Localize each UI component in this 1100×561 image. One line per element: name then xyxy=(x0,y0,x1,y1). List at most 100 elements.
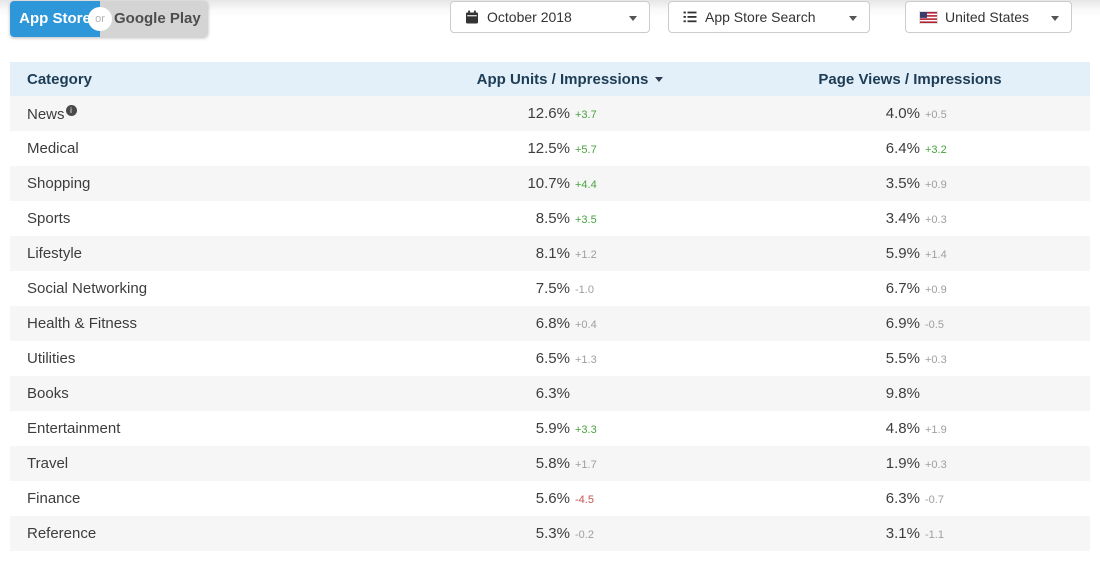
category-cell: Social Networking xyxy=(10,280,450,297)
app-units-value: 10.7% xyxy=(527,175,570,192)
page-views-value: 3.4% xyxy=(885,210,920,227)
category-label: Books xyxy=(27,385,69,402)
table-body: News 12.6% +3.7 4.0% +0.5 Medical 12.5% … xyxy=(10,96,1090,551)
page-views-delta: +1.4 xyxy=(925,249,947,261)
table-row: Health & Fitness 6.8% +0.4 6.9% -0.5 xyxy=(10,306,1090,341)
page-views-cell: 3.4% +0.3 xyxy=(690,210,1090,227)
page-views-cell: 9.8% xyxy=(690,385,1090,402)
app-units-value: 12.6% xyxy=(527,105,570,122)
app-units-cell: 5.9% +3.3 xyxy=(450,420,690,437)
page-views-value: 6.4% xyxy=(885,140,920,157)
page-views-delta: -1.1 xyxy=(925,529,944,541)
chevron-down-icon xyxy=(1051,16,1059,21)
google-play-toggle[interactable]: Google Play xyxy=(100,1,208,37)
page: App Store Google Play or October 2018 Ap… xyxy=(0,0,1100,561)
category-label: Sports xyxy=(27,210,71,227)
app-store-toggle[interactable]: App Store xyxy=(10,1,100,37)
app-units-value: 6.8% xyxy=(535,315,570,332)
app-units-value: 5.6% xyxy=(535,490,570,507)
app-units-cell: 12.5% +5.7 xyxy=(450,140,690,157)
country-dropdown[interactable]: United States xyxy=(905,1,1072,33)
page-views-value: 4.8% xyxy=(885,420,920,437)
app-units-cell: 6.5% +1.3 xyxy=(450,350,690,367)
page-views-value: 6.3% xyxy=(885,490,920,507)
page-views-value: 9.8% xyxy=(885,385,920,402)
app-units-cell: 8.1% +1.2 xyxy=(450,245,690,262)
page-views-delta: +3.2 xyxy=(925,144,947,156)
topbar: App Store Google Play or October 2018 Ap… xyxy=(0,0,1100,40)
app-units-cell: 5.6% -4.5 xyxy=(450,490,690,507)
category-label: Shopping xyxy=(27,175,91,192)
page-views-delta: +1.9 xyxy=(925,424,947,436)
app-units-value: 5.3% xyxy=(535,525,570,542)
app-units-delta: +5.7 xyxy=(575,144,597,156)
info-icon[interactable] xyxy=(65,104,77,116)
app-units-cell: 8.5% +3.5 xyxy=(450,210,690,227)
category-table: Category App Units / Impressions Page Vi… xyxy=(10,62,1090,551)
app-units-cell: 6.3% xyxy=(450,385,690,402)
category-cell: Entertainment xyxy=(10,420,450,437)
page-views-delta: +0.9 xyxy=(925,179,947,191)
column-header-app-units-label: App Units / Impressions xyxy=(476,70,649,88)
page-views-cell: 4.8% +1.9 xyxy=(690,420,1090,437)
app-units-value: 8.1% xyxy=(535,245,570,262)
table-row: Shopping 10.7% +4.4 3.5% +0.9 xyxy=(10,166,1090,201)
page-views-value: 6.9% xyxy=(885,315,920,332)
page-views-delta: +0.3 xyxy=(925,354,947,366)
table-row: Finance 5.6% -4.5 6.3% -0.7 xyxy=(10,481,1090,516)
chevron-down-icon xyxy=(629,16,637,21)
page-views-cell: 5.5% +0.3 xyxy=(690,350,1090,367)
us-flag-icon xyxy=(919,10,938,24)
or-badge: or xyxy=(88,7,112,31)
period-dropdown[interactable]: October 2018 xyxy=(450,1,650,33)
category-cell: Sports xyxy=(10,210,450,227)
app-units-delta: +1.2 xyxy=(575,249,597,261)
store-toggle: App Store Google Play or xyxy=(10,1,208,37)
app-units-delta: +1.3 xyxy=(575,354,597,366)
category-cell: Utilities xyxy=(10,350,450,367)
category-label: Social Networking xyxy=(27,280,148,297)
table-row: Medical 12.5% +5.7 6.4% +3.2 xyxy=(10,131,1090,166)
category-label: News xyxy=(27,105,65,123)
app-units-value: 5.8% xyxy=(535,455,570,472)
table-header-row: Category App Units / Impressions Page Vi… xyxy=(10,62,1090,96)
app-units-delta: +3.5 xyxy=(575,214,597,226)
page-views-delta: -0.5 xyxy=(925,319,944,331)
table-row: Entertainment 5.9% +3.3 4.8% +1.9 xyxy=(10,411,1090,446)
app-units-delta: +3.7 xyxy=(575,109,597,121)
page-views-value: 6.7% xyxy=(885,280,920,297)
app-units-value: 7.5% xyxy=(535,280,570,297)
page-views-cell: 1.9% +0.3 xyxy=(690,455,1090,472)
app-units-delta: +4.4 xyxy=(575,179,597,191)
page-views-cell: 6.9% -0.5 xyxy=(690,315,1090,332)
table-row: Utilities 6.5% +1.3 5.5% +0.3 xyxy=(10,341,1090,376)
page-views-cell: 3.5% +0.9 xyxy=(690,175,1090,192)
column-header-app-units[interactable]: App Units / Impressions xyxy=(450,71,690,88)
page-views-delta: +0.3 xyxy=(925,214,947,226)
sort-desc-icon xyxy=(655,76,664,82)
source-dropdown[interactable]: App Store Search xyxy=(668,1,870,33)
category-label: Lifestyle xyxy=(27,245,83,262)
table-row: Lifestyle 8.1% +1.2 5.9% +1.4 xyxy=(10,236,1090,271)
app-units-value: 5.9% xyxy=(535,420,570,437)
page-views-value: 3.1% xyxy=(885,525,920,542)
table-row: Travel 5.8% +1.7 1.9% +0.3 xyxy=(10,446,1090,481)
category-label: Medical xyxy=(27,140,79,157)
app-units-delta: +3.3 xyxy=(575,424,597,436)
category-cell: Reference xyxy=(10,525,450,542)
category-cell: News xyxy=(10,104,450,123)
page-views-value: 5.9% xyxy=(885,245,920,262)
category-label: Entertainment xyxy=(27,420,121,437)
table-row: Social Networking 7.5% -1.0 6.7% +0.9 xyxy=(10,271,1090,306)
source-value: App Store Search xyxy=(705,9,816,25)
app-units-value: 12.5% xyxy=(527,140,570,157)
app-units-value: 6.3% xyxy=(535,385,570,402)
app-units-delta: -1.0 xyxy=(575,284,594,296)
app-units-cell: 7.5% -1.0 xyxy=(450,280,690,297)
app-units-cell: 12.6% +3.7 xyxy=(450,105,690,122)
page-views-cell: 6.7% +0.9 xyxy=(690,280,1090,297)
page-views-delta: +0.5 xyxy=(925,109,947,121)
category-label: Travel xyxy=(27,455,69,472)
column-header-page-views[interactable]: Page Views / Impressions xyxy=(690,71,1090,88)
list-icon xyxy=(683,11,697,23)
